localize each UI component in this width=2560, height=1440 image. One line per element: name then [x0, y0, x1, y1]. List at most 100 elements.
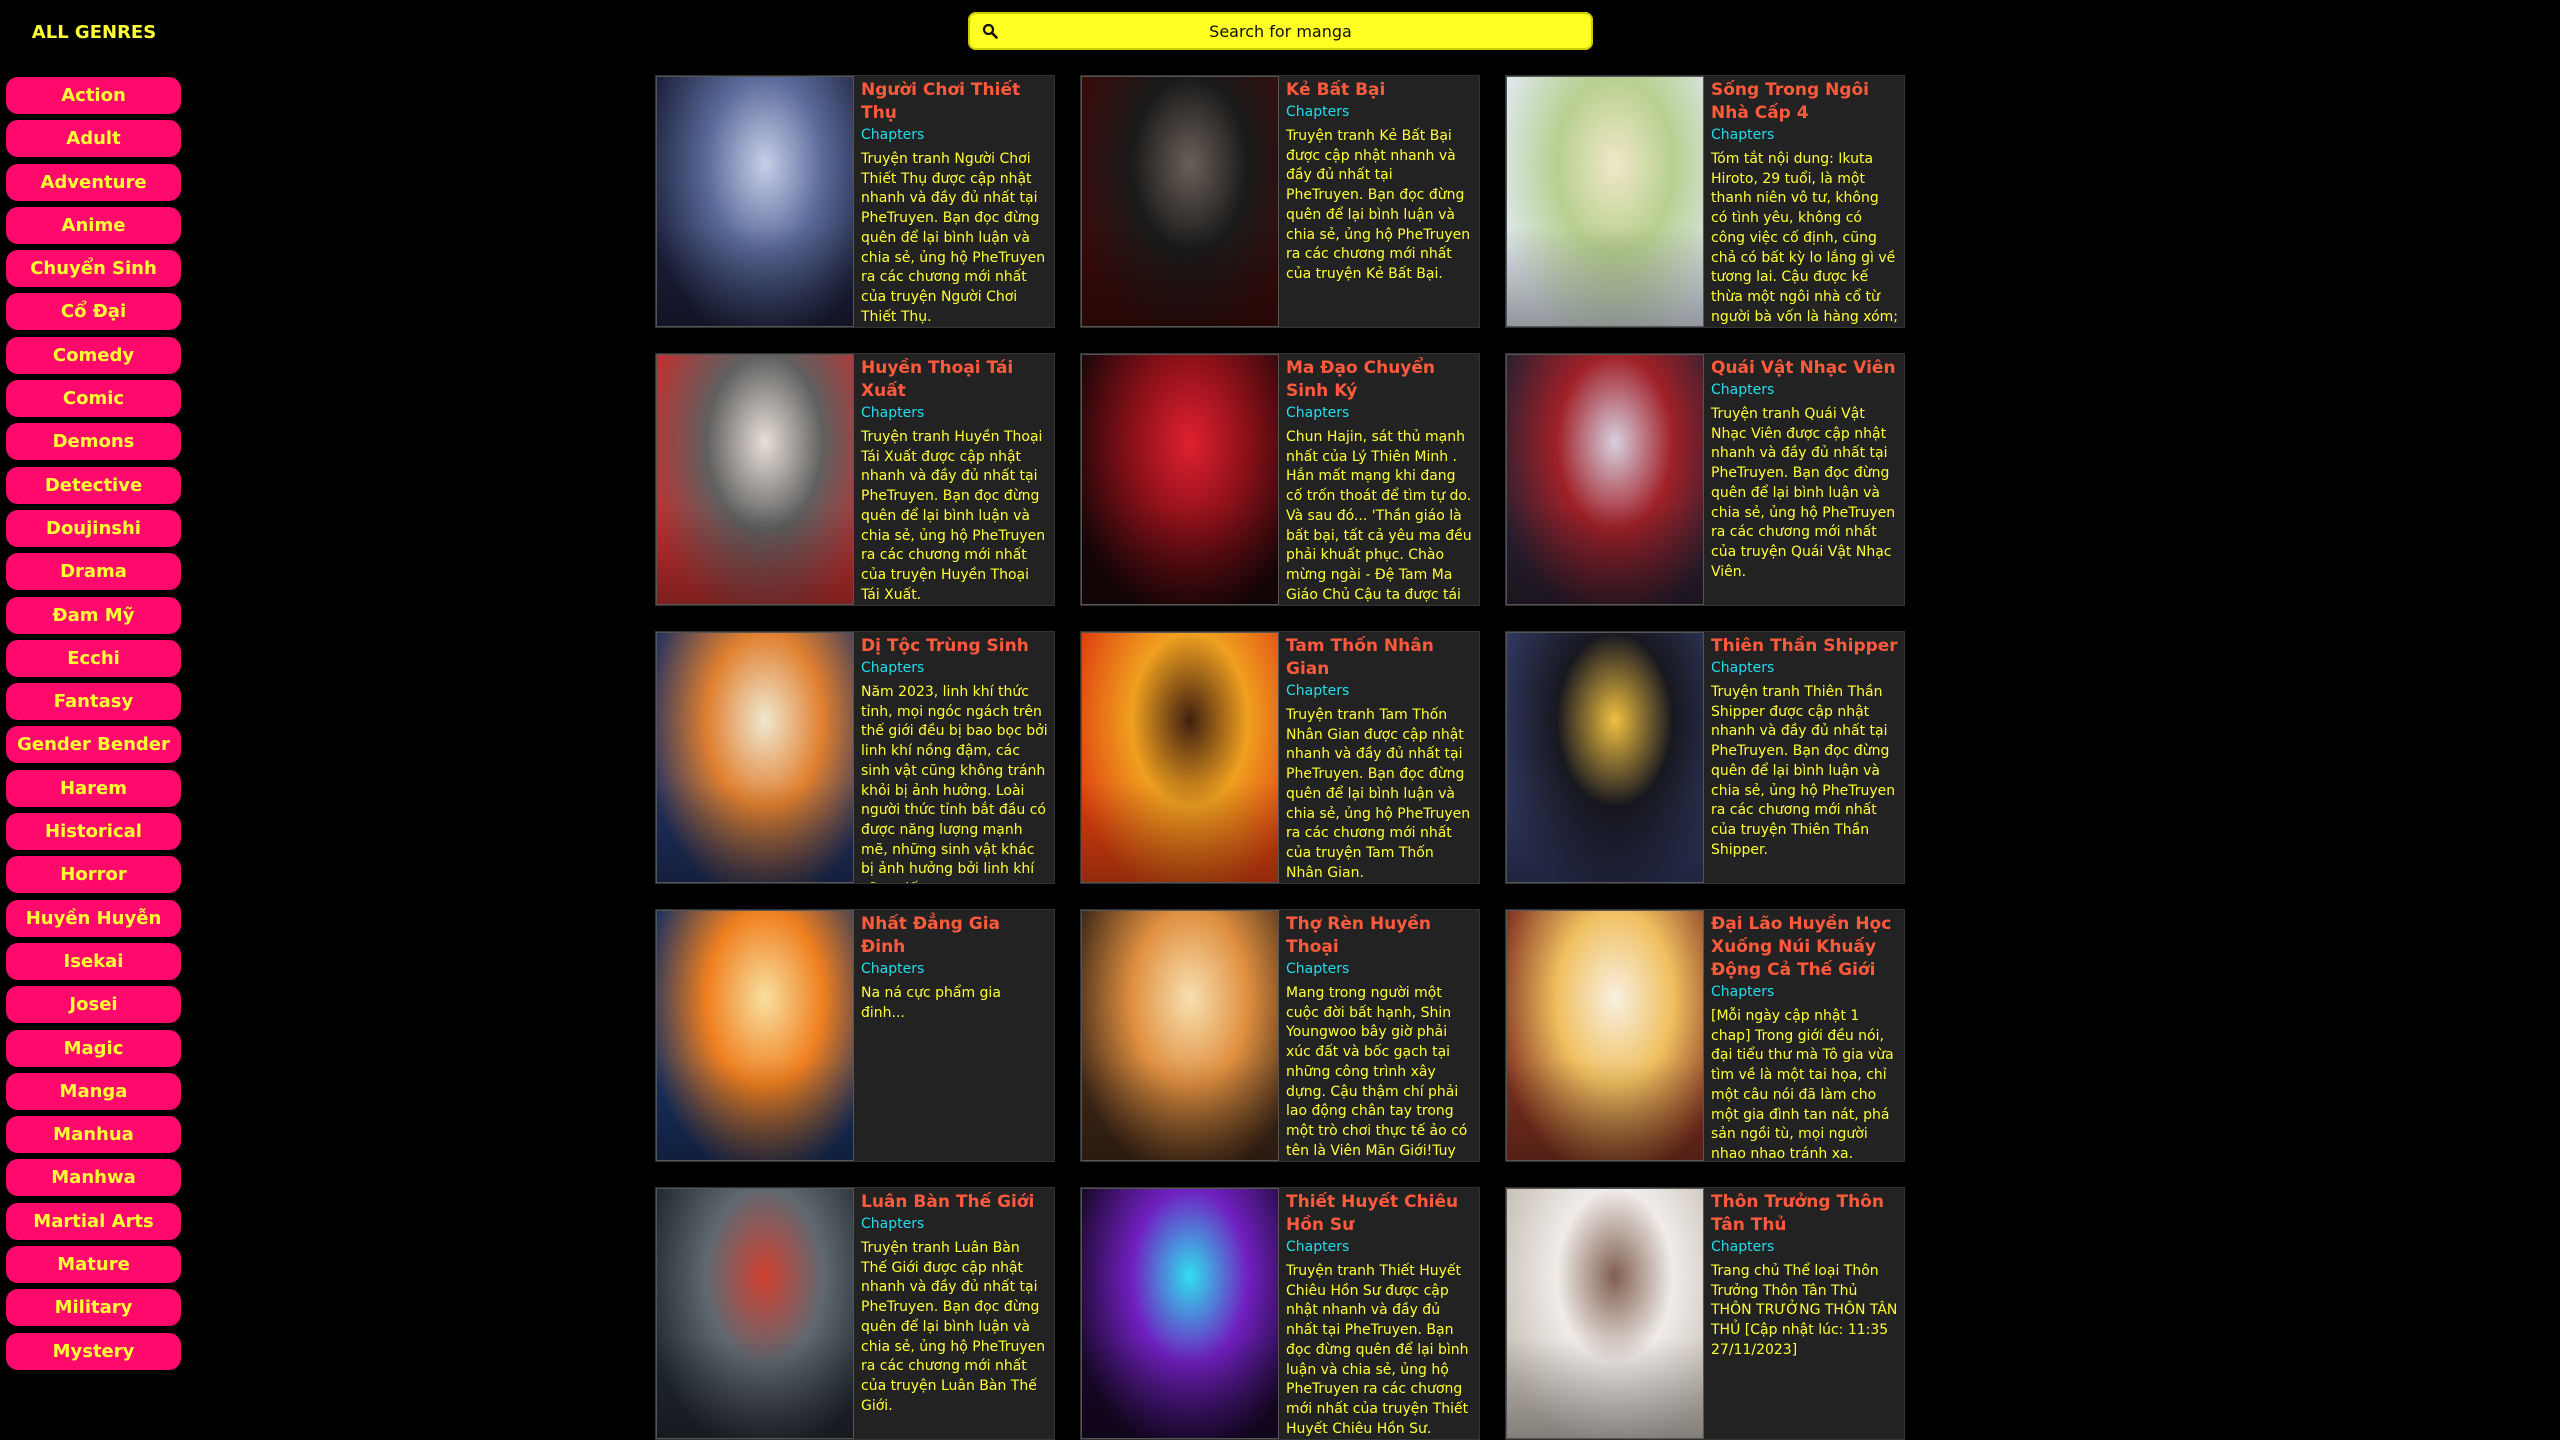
manga-card[interactable]: Nhất Đẳng Gia Đinh Chapters Na ná cực phẩm… [655, 909, 1055, 1162]
manga-title-link[interactable]: Luân Bàn Thế Giới [861, 1191, 1048, 1214]
manga-title-link[interactable]: Kẻ Bất Bại [1286, 79, 1473, 102]
chapters-link[interactable]: Chapters [1286, 1237, 1473, 1257]
genre-button[interactable]: Magic [6, 1029, 181, 1067]
genre-button[interactable]: Martial Arts [6, 1202, 181, 1240]
manga-description: Tóm tắt nội dung: Ikuta Hiroto, 29 tuổi,… [1711, 151, 1898, 325]
genre-button[interactable]: Comedy [6, 336, 181, 374]
manga-card[interactable]: Thợ Rèn Huyền Thoại Chapters Mang trong ng… [1080, 909, 1480, 1162]
chapters-link[interactable]: Chapters [1286, 959, 1473, 979]
genre-button[interactable]: Adult [6, 120, 181, 158]
manga-cover-image[interactable] [656, 910, 854, 1161]
manga-cover-image[interactable] [656, 354, 854, 605]
chapters-link[interactable]: Chapters [861, 403, 1048, 423]
manga-title-link[interactable]: Nhất Đẳng Gia Đinh [861, 913, 1048, 959]
genre-button[interactable]: Mature [6, 1246, 181, 1284]
genre-button[interactable]: Gender Bender [6, 726, 181, 764]
manga-description: [Mỗi ngày cập nhật 1 chap] Trong giới đề… [1711, 1008, 1894, 1161]
manga-card[interactable]: Dị Tộc Trùng Sinh Chapters Năm 2023, linh … [655, 631, 1055, 884]
chapters-link[interactable]: Chapters [1286, 403, 1473, 423]
genre-button[interactable]: Fantasy [6, 683, 181, 721]
manga-card[interactable]: Đại Lão Huyền Học Xuống Núi Khuấy Động C… [1505, 909, 1905, 1162]
genre-button[interactable]: Manga [6, 1072, 181, 1110]
manga-cover-image[interactable] [1506, 632, 1704, 883]
manga-card[interactable]: Thôn Trưởng Thôn Tân Thủ Chapters Trang ch… [1505, 1187, 1905, 1440]
genre-button[interactable]: Huyền Huyễn [6, 899, 181, 937]
manga-title-link[interactable]: Sống Trong Ngôi Nhà Cấp 4 [1711, 79, 1898, 125]
genre-button[interactable]: Drama [6, 553, 181, 591]
genre-button[interactable]: Adventure [6, 163, 181, 201]
manga-card[interactable]: Kẻ Bất Bại Chapters Truyện tranh Kẻ Bất Bạ… [1080, 75, 1480, 328]
genre-button[interactable]: Anime [6, 206, 181, 244]
chapters-link[interactable]: Chapters [861, 658, 1048, 678]
chapters-link[interactable]: Chapters [1286, 681, 1473, 701]
manga-description: Truyện tranh Huyền Thoại Tái Xuất được c… [861, 429, 1046, 603]
search-input[interactable] [968, 11, 1593, 51]
manga-cover-image[interactable] [1081, 632, 1279, 883]
genre-button[interactable]: Military [6, 1289, 181, 1327]
genre-button[interactable]: Mystery [6, 1332, 181, 1370]
chapters-link[interactable]: Chapters [1711, 982, 1898, 1002]
chapters-link[interactable]: Chapters [861, 959, 1048, 979]
genre-button[interactable]: Harem [6, 769, 181, 807]
manga-card[interactable]: Người Chơi Thiết Thụ Chapters Truyện tranh… [655, 75, 1055, 328]
manga-cover-image[interactable] [1506, 910, 1704, 1161]
cover-shade [1082, 1338, 1278, 1438]
manga-card[interactable]: Thiên Thần Shipper Chapters Truyện tranh T… [1505, 631, 1905, 884]
manga-title-link[interactable]: Huyền Thoại Tái Xuất [861, 357, 1048, 403]
manga-cover-image[interactable] [656, 632, 854, 883]
manga-cover-image[interactable] [1506, 1188, 1704, 1439]
search-icon[interactable] [982, 23, 998, 39]
manga-card[interactable]: Sống Trong Ngôi Nhà Cấp 4 Chapters Tóm tắt… [1505, 75, 1905, 328]
manga-cover-image[interactable] [1081, 354, 1279, 605]
manga-cover-image[interactable] [1506, 354, 1704, 605]
manga-card[interactable]: Thiết Huyết Chiêu Hồn Sư Chapters Truyện t… [1080, 1187, 1480, 1440]
chapters-link[interactable]: Chapters [1286, 102, 1473, 122]
genre-button[interactable]: Ecchi [6, 639, 181, 677]
manga-title-link[interactable]: Ma Đạo Chuyển Sinh Ký [1286, 357, 1473, 403]
manga-title-link[interactable]: Thiết Huyết Chiêu Hồn Sư [1286, 1191, 1473, 1237]
genre-button[interactable]: Đam Mỹ [6, 596, 181, 634]
genre-button[interactable]: Manhwa [6, 1159, 181, 1197]
manga-cover-image[interactable] [1081, 910, 1279, 1161]
genre-button[interactable]: Comic [6, 380, 181, 418]
manga-card[interactable]: Huyền Thoại Tái Xuất Chapters Truyện tranh… [655, 353, 1055, 606]
genre-button[interactable]: Doujinshi [6, 509, 181, 547]
cover-shade [657, 226, 853, 326]
manga-title-link[interactable]: Người Chơi Thiết Thụ [861, 79, 1048, 125]
search-bar[interactable] [968, 11, 1593, 51]
manga-card[interactable]: Ma Đạo Chuyển Sinh Ký Chapters Chun Hajin,… [1080, 353, 1480, 606]
manga-title-link[interactable]: Tam Thốn Nhân Gian [1286, 635, 1473, 681]
genre-button[interactable]: Chuyển Sinh [6, 250, 181, 288]
manga-title-link[interactable]: Đại Lão Huyền Học Xuống Núi Khuấy Động C… [1711, 913, 1898, 982]
chapters-link[interactable]: Chapters [1711, 380, 1898, 400]
genre-button[interactable]: Demons [6, 423, 181, 461]
genre-button[interactable]: Isekai [6, 942, 181, 980]
manga-title-link[interactable]: Quái Vật Nhạc Viên [1711, 357, 1898, 380]
manga-cover-image[interactable] [656, 76, 854, 327]
manga-description: Trang chủ Thể loại Thôn Trưởng Thôn Tân … [1711, 1263, 1898, 1358]
manga-cover-image[interactable] [1506, 76, 1704, 327]
manga-title-link[interactable]: Thiên Thần Shipper [1711, 635, 1898, 658]
chapters-link[interactable]: Chapters [1711, 658, 1898, 678]
manga-cover-image[interactable] [1081, 1188, 1279, 1439]
chapters-link[interactable]: Chapters [1711, 125, 1898, 145]
manga-title-link[interactable]: Dị Tộc Trùng Sinh [861, 635, 1048, 658]
manga-cover-image[interactable] [656, 1188, 854, 1439]
genre-button[interactable]: Josei [6, 986, 181, 1024]
manga-card[interactable]: Luân Bàn Thế Giới Chapters Truyện tranh Lu… [655, 1187, 1055, 1440]
genre-button[interactable]: Cổ Đại [6, 293, 181, 331]
manga-cover-image[interactable] [1081, 76, 1279, 327]
genre-button[interactable]: Manhua [6, 1116, 181, 1154]
manga-card[interactable]: Tam Thốn Nhân Gian Chapters Truyện tranh T… [1080, 631, 1480, 884]
manga-card[interactable]: Quái Vật Nhạc Viên Chapters Truyện tranh Q… [1505, 353, 1905, 606]
chapters-link[interactable]: Chapters [861, 1214, 1048, 1234]
genre-button[interactable]: Action [6, 77, 181, 114]
chapters-link[interactable]: Chapters [861, 125, 1048, 145]
genre-button[interactable]: Detective [6, 466, 181, 504]
chapters-link[interactable]: Chapters [1711, 1237, 1898, 1257]
manga-title-link[interactable]: Thôn Trưởng Thôn Tân Thủ [1711, 1191, 1898, 1237]
manga-title-link[interactable]: Thợ Rèn Huyền Thoại [1286, 913, 1473, 959]
genre-button[interactable]: Horror [6, 856, 181, 894]
genre-button[interactable]: Historical [6, 813, 181, 851]
genre-sidebar: ALL GENRES Action Adult Adventure Anime Chuy… [0, 0, 190, 1370]
